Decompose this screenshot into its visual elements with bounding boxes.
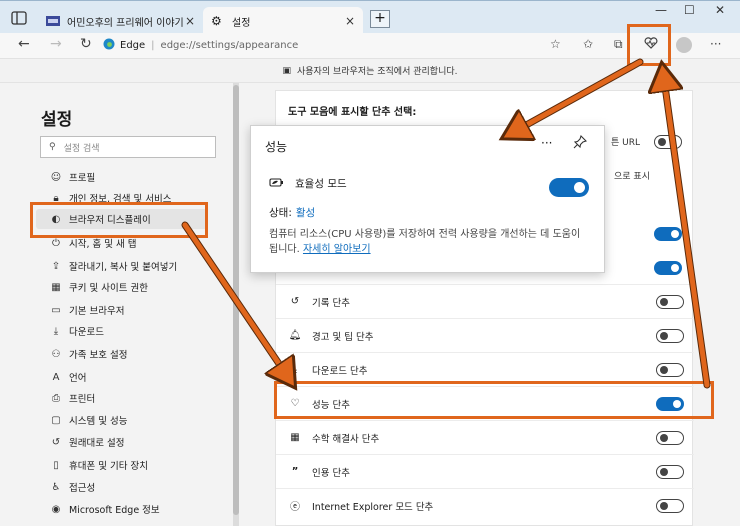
- arrow-to-toolbar-button: [663, 72, 710, 388]
- annotation-arrows: [181, 58, 711, 526]
- arrow-to-performance-row: [182, 222, 290, 380]
- arrow-to-popup: [510, 59, 643, 134]
